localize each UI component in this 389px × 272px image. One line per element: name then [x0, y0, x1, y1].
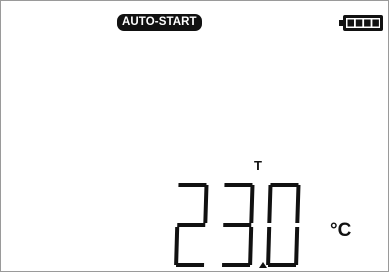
battery-bar: [372, 19, 379, 27]
digit-segment-e: [266, 227, 272, 265]
lcd-screen: AUTO-START T °C: [0, 0, 389, 272]
digit-segment-a: [224, 183, 253, 187]
digit-segment-g: [177, 223, 206, 227]
battery-bar: [347, 19, 354, 27]
digit-segment-b: [249, 185, 255, 223]
digit-segment-g: [223, 223, 252, 227]
digit-segment-d: [176, 263, 205, 267]
digit-segment-c: [248, 227, 254, 265]
digit-segment-f: [267, 185, 273, 223]
battery-bar: [364, 19, 371, 27]
digit-segment-d: [268, 263, 297, 267]
digit-segment-a: [178, 183, 207, 187]
digit-segment-e: [174, 227, 180, 265]
digit-segment-c: [294, 227, 300, 265]
digit-segment-b: [295, 185, 301, 223]
digit-segment-a: [270, 183, 299, 187]
battery-bar: [355, 19, 363, 27]
battery-full-icon: [339, 15, 383, 31]
digit-segment-d: [222, 263, 251, 267]
auto-start-badge: AUTO-START: [117, 14, 202, 31]
measurement-label: T: [254, 158, 262, 173]
decimal-point: [259, 262, 267, 268]
temperature-readout: [174, 183, 301, 268]
unit-label: °C: [330, 220, 352, 241]
digit-segment-b: [203, 185, 209, 223]
